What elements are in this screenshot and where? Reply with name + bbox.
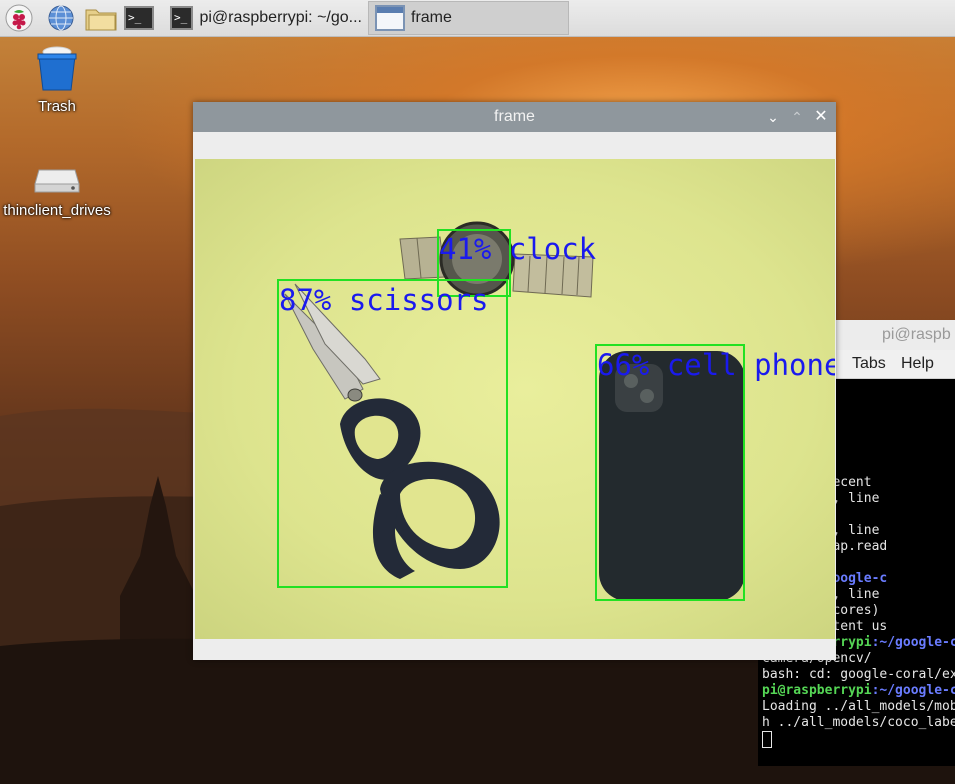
desktop-icon-trash[interactable]: Trash: [2, 44, 112, 115]
taskbar-app-frame[interactable]: frame: [368, 1, 569, 35]
desktop-icon-label: thinclient_drives: [3, 202, 111, 219]
chevron-down-icon: ⌄: [767, 109, 779, 125]
trash-icon: [37, 46, 77, 91]
taskbar: >_ >_ pi@raspberrypi: ~/go... frame: [0, 0, 955, 37]
desktop-icon-thinclient-drives[interactable]: thinclient_drives: [2, 164, 112, 222]
desktop-icon-label: Trash: [38, 98, 76, 115]
terminal-prompt-line: pi@raspberrypi:~/google-c: [762, 683, 955, 699]
terminal-icon[interactable]: >_: [124, 4, 154, 32]
terminal-line: Loading ../all_models/mob: [762, 699, 955, 714]
terminal-prompt-glyph: >_: [124, 6, 154, 30]
terminal-cursor-line: [762, 731, 955, 748]
taskbar-app-label: frame: [411, 9, 452, 26]
terminal-line: h ../all_models/coco_labe: [762, 715, 955, 730]
detection-box-scissors: [277, 279, 508, 588]
file-manager-icon[interactable]: [84, 4, 118, 32]
terminal-line: bash: cd: google-coral/ex: [762, 667, 955, 682]
prompt-path: :~/google-c: [871, 635, 955, 650]
detection-label-scissors: 87% scissors: [279, 283, 489, 317]
drive-icon: [34, 169, 80, 193]
camera-frame: 41% clock 87% scissors 66% cell phone: [195, 159, 835, 639]
taskbar-app-label: pi@raspberrypi: ~/go...: [199, 9, 362, 26]
terminal-title: pi@raspb: [882, 326, 951, 343]
taskbar-app-terminal[interactable]: >_ pi@raspberrypi: ~/go...: [164, 1, 368, 35]
detection-label-cell-phone: 66% cell phone: [597, 348, 835, 382]
terminal-icon: >_: [170, 6, 194, 30]
frame-title-bar[interactable]: frame: [193, 102, 836, 132]
minimize-button[interactable]: ⌄: [763, 102, 783, 132]
raspberry-menu-icon[interactable]: [4, 4, 34, 32]
close-button[interactable]: ✕: [811, 102, 831, 132]
detection-label-clock: 41% clock: [439, 232, 597, 266]
window-title: frame: [494, 108, 535, 125]
detection-box-cell-phone: [595, 344, 745, 601]
prompt-user: pi@raspberrypi: [762, 683, 872, 698]
prompt-path: :~/google-c: [871, 683, 955, 698]
web-browser-icon[interactable]: [46, 4, 76, 32]
maximize-button[interactable]: ⌃: [787, 102, 807, 132]
terminal-cursor: [762, 731, 772, 748]
close-icon: ✕: [814, 108, 828, 125]
menu-item-tabs[interactable]: Tabs: [852, 350, 886, 378]
menu-item-help[interactable]: Help: [901, 350, 934, 378]
frame-window-icon: [375, 5, 405, 31]
chevron-up-icon: ⌃: [791, 109, 803, 125]
frame-window[interactable]: frame ⌄ ⌃ ✕ 41% clock 87% scissors 66% c…: [193, 102, 836, 660]
